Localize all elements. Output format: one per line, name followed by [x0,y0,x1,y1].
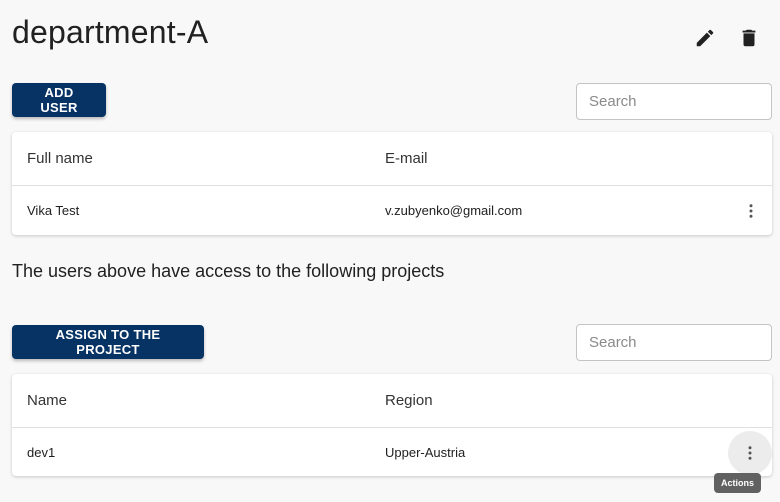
users-table: Full name E-mail Vika Test v.zubyenko@gm… [12,132,772,235]
trash-icon [742,29,756,47]
more-vert-icon [748,445,752,460]
delete-button[interactable] [733,22,765,54]
column-header-name: Name [27,392,68,409]
add-user-button[interactable]: ADD USER [12,83,106,117]
users-search-input[interactable] [576,83,772,120]
column-header-full-name: Full name [27,150,93,167]
row-actions-button[interactable] [728,430,772,475]
column-header-region: Region [385,392,433,409]
edit-button[interactable] [689,22,721,54]
page-title: department-A [12,14,209,50]
assign-to-project-button[interactable]: ASSIGN TO THE PROJECT [12,325,204,359]
row-actions-button[interactable] [738,198,764,224]
user-full-name: Vika Test [27,203,80,218]
table-row[interactable]: Vika Test v.zubyenko@gmail.com [12,186,772,235]
actions-tooltip: Actions [714,473,762,493]
project-region: Upper-Austria [385,445,466,460]
project-name: dev1 [27,445,56,460]
projects-table: Name Region dev1 Upper-Austria [12,374,772,476]
user-email: v.zubyenko@gmail.com [385,203,523,218]
projects-search-input[interactable] [576,324,772,361]
pencil-icon [696,29,714,47]
more-vert-icon [749,203,753,218]
table-header-row: Name Region [12,374,772,428]
table-header-row: Full name E-mail [12,132,772,186]
table-row[interactable]: dev1 Upper-Austria [12,428,772,477]
column-header-email: E-mail [385,150,428,167]
projects-section-heading: The users above have access to the follo… [12,261,445,281]
